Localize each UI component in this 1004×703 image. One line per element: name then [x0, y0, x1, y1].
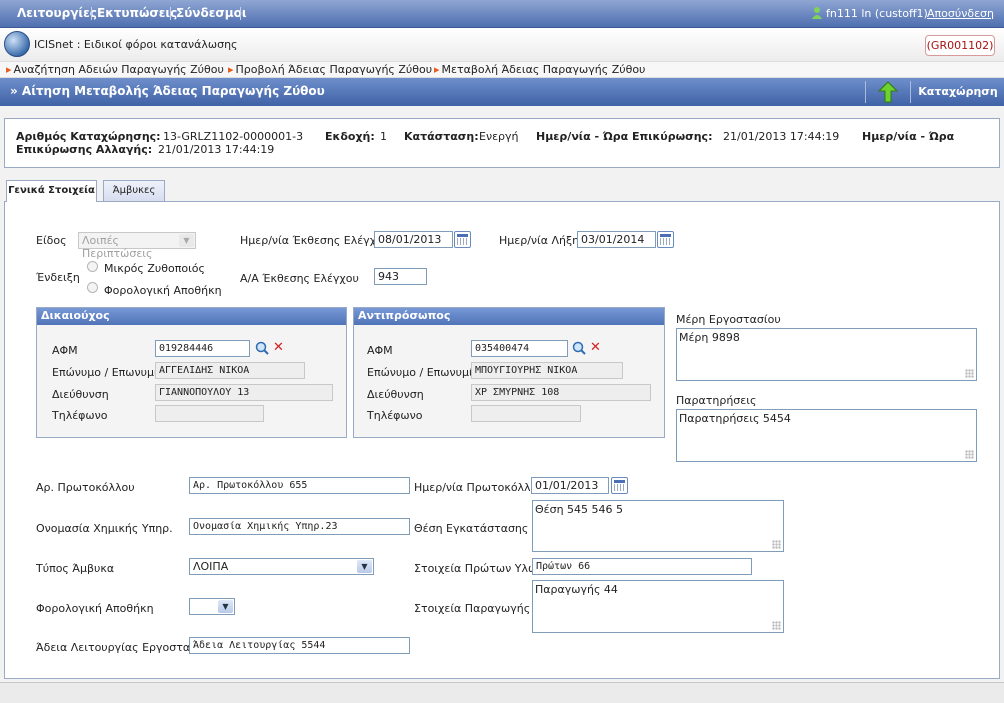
- chevron-down-icon: ▼: [179, 234, 194, 247]
- search-icon[interactable]: [255, 341, 269, 355]
- chevron-down-icon: ▼: [218, 600, 233, 613]
- representative-header: Αντιπρόσωπος: [354, 308, 664, 325]
- calendar-icon[interactable]: [657, 231, 674, 248]
- representative-name-label: Επώνυμο / Επωνυμία: [367, 366, 480, 379]
- beneficiary-header: Δικαιούχος: [37, 308, 346, 325]
- representative-address-field: ΧΡ ΣΜΥΡΝΗΣ 108: [471, 384, 651, 401]
- report-no-label: Α/Α Έκθεσης Ελέγχου: [240, 272, 359, 285]
- confirm-value: 21/01/2013 17:44:19: [723, 130, 840, 143]
- beneficiary-address-field: ΓΙΑΝΝΟΠΟΥΛΟΥ 13: [155, 384, 333, 401]
- location-textarea[interactable]: Θέση 545 546 5: [532, 500, 784, 552]
- reg-label: Αριθμός Καταχώρησης:: [16, 130, 161, 143]
- still-type-select[interactable]: ΛΟΙΠΑ ▼: [189, 558, 374, 575]
- registration-info-box: [4, 118, 1000, 168]
- indication-label: Ένδειξη: [36, 271, 80, 284]
- confirm-label: Ημερ/νία - Ώρα Επικύρωσης:: [536, 130, 713, 143]
- change-label-cont: Επικύρωσης Αλλαγής:: [16, 143, 153, 156]
- menu-separator: [240, 7, 241, 20]
- chem-service-input[interactable]: Ονομασία Χημικής Υπηρ.23: [189, 518, 410, 535]
- raw-materials-input[interactable]: Πρώτων 66: [532, 558, 752, 575]
- beneficiary-name-label: Επώνυμο / Επωνυμία: [52, 366, 165, 379]
- protocol-date-input[interactable]: 01/01/2013: [531, 477, 609, 494]
- location-label: Θέση Εγκατάστασης: [414, 522, 529, 535]
- beneficiary-afm-label: ΑΦΜ: [52, 344, 78, 357]
- still-type-label: Τύπος Άμβυκα: [36, 562, 115, 575]
- parts-label: Μέρη Εργοστασίου: [676, 313, 781, 326]
- submit-arrow-icon[interactable]: [876, 80, 900, 104]
- protocol-date-label: Ημερ/νία Πρωτοκόλλου: [414, 481, 544, 494]
- status-label: Κατάσταση:: [404, 130, 479, 143]
- tax-warehouse-label: Φορολογική Αποθήκη: [36, 602, 154, 615]
- footer-bar: [0, 682, 1004, 703]
- app-title: ICISnet : Ειδικοί φόροι κατανάλωσης: [34, 38, 238, 51]
- beneficiary-name-field: ΑΓΓΕΛΙΔΗΣ ΝΙΚΟΑ: [155, 362, 305, 379]
- representative-afm-input[interactable]: 035400474: [471, 340, 568, 357]
- type-label: Είδος: [36, 234, 67, 247]
- menu-operations[interactable]: Λειτουργίες: [17, 6, 97, 20]
- remarks-textarea[interactable]: Παρατηρήσεις 5454: [676, 409, 977, 462]
- radio-tax-warehouse-label: Φορολογική Αποθήκη: [104, 284, 222, 297]
- logout-link[interactable]: Αποσύνδεση: [927, 7, 994, 20]
- radio-small-brewer-label: Μικρός Ζυθοποιός: [104, 262, 205, 275]
- clear-icon[interactable]: ✕: [273, 341, 284, 354]
- chem-service-label: Ονομασία Χημικής Υπηρ.: [36, 522, 173, 535]
- menu-separator: [91, 7, 92, 20]
- beneficiary-address-label: Διεύθυνση: [52, 388, 109, 401]
- representative-address-label: Διεύθυνση: [367, 388, 424, 401]
- production-textarea[interactable]: Παραγωγής 44: [532, 580, 784, 633]
- representative-phone-label: Τηλέφωνο: [367, 409, 423, 422]
- type-select[interactable]: Λοιπές Περιπτώσεις ▼: [78, 232, 196, 260]
- protocol-no-label: Αρ. Πρωτοκόλλου: [36, 481, 135, 494]
- representative-phone-field: [471, 405, 581, 422]
- toolbar-separator: [910, 81, 911, 103]
- factory-license-label: Άδεια Λειτουργίας Εργοστασίου: [36, 641, 214, 654]
- representative-name-field: ΜΠΟΥΓΙΟΥΡΗΣ ΝΙΚΟΑ: [471, 362, 623, 379]
- menu-links[interactable]: Σύνδεσμοι: [176, 6, 247, 20]
- beneficiary-phone-label: Τηλέφωνο: [52, 409, 108, 422]
- search-icon[interactable]: [572, 341, 586, 355]
- remarks-label: Παρατηρήσεις: [676, 394, 757, 407]
- radio-tax-warehouse[interactable]: [87, 282, 98, 293]
- user-icon: [811, 6, 823, 20]
- office-badge: (GR001102): [925, 35, 995, 56]
- inspection-date-label: Ημερ/νία Έκθεσης Ελέγχου: [240, 234, 390, 247]
- chevron-down-icon: ▼: [357, 560, 372, 573]
- raw-materials-label: Στοιχεία Πρώτων Υλών: [414, 562, 544, 575]
- beneficiary-phone-field: [155, 405, 264, 422]
- globe-logo-icon: [4, 31, 30, 57]
- breadcrumb-change[interactable]: Μεταβολή Άδειας Παραγωγής Ζύθου: [434, 63, 646, 76]
- breadcrumb-view[interactable]: Προβολή Άδειας Παραγωγής Ζύθου: [228, 63, 433, 76]
- reg-value: 13-GRLZ1102-0000001-3: [163, 130, 304, 143]
- expiry-date-label: Ημερ/νία Λήξης: [499, 234, 586, 247]
- breadcrumb-search[interactable]: Αναζήτηση Αδειών Παραγωγής Ζύθου: [6, 63, 224, 76]
- change-value: 21/01/2013 17:44:19: [158, 143, 275, 156]
- report-no-input[interactable]: 943: [374, 268, 427, 285]
- clear-icon[interactable]: ✕: [590, 341, 601, 354]
- change-label: Ημερ/νία - Ώρα: [862, 130, 955, 143]
- protocol-no-input[interactable]: Αρ. Πρωτοκόλλου 655: [189, 477, 410, 494]
- save-button[interactable]: Καταχώρηση: [912, 78, 1004, 106]
- toolbar-separator: [865, 81, 866, 103]
- status-value: Ενεργή: [479, 130, 519, 143]
- beneficiary-afm-input[interactable]: 019284446: [155, 340, 250, 357]
- menu-separator: [170, 7, 171, 20]
- tax-warehouse-select[interactable]: ▼: [189, 598, 235, 615]
- menu-prints[interactable]: Εκτυπώσεις: [97, 6, 177, 20]
- calendar-icon[interactable]: [611, 477, 628, 494]
- user-name: fn111 ln (custoff1): [826, 7, 928, 20]
- parts-textarea[interactable]: Μέρη 9898: [676, 328, 977, 381]
- factory-license-input[interactable]: Άδεια Λειτουργίας 5544: [189, 637, 410, 654]
- calendar-icon[interactable]: [454, 231, 471, 248]
- tab-general[interactable]: Γενικά Στοιχεία: [6, 180, 97, 202]
- version-label: Εκδοχή:: [325, 130, 375, 143]
- tab-stills[interactable]: Άμβυκες: [103, 180, 165, 201]
- inspection-date-input[interactable]: 08/01/2013: [374, 231, 453, 248]
- radio-small-brewer[interactable]: [87, 261, 98, 272]
- representative-afm-label: ΑΦΜ: [367, 344, 393, 357]
- version-value: 1: [380, 130, 387, 143]
- production-label: Στοιχεία Παραγωγής: [414, 602, 531, 615]
- page-title: » Αίτηση Μεταβολής Άδειας Παραγωγής Ζύθο…: [10, 84, 325, 98]
- expiry-date-input[interactable]: 03/01/2014: [577, 231, 656, 248]
